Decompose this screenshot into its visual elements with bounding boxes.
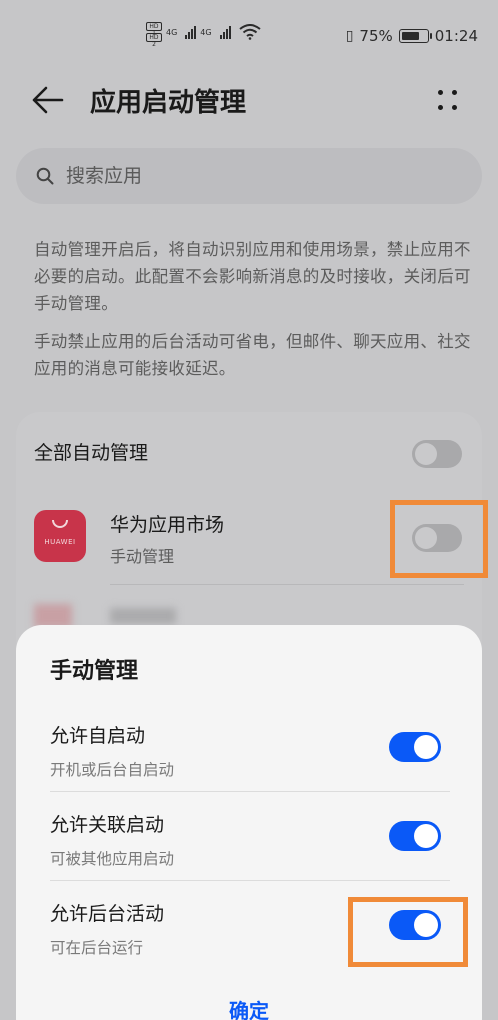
header: 应用启动管理 (0, 72, 498, 132)
battery-percent: 75% (359, 27, 393, 45)
all-auto-manage-label: 全部自动管理 (34, 442, 149, 464)
signal-icon (185, 25, 197, 39)
description-manual-warning: 手动禁止应用的后台活动可省电，但邮件、聊天应用、社交应用的消息可能接收延迟。 (34, 332, 471, 378)
divider (50, 880, 450, 881)
hd-badges: HD 1 HD 2 (146, 22, 162, 48)
hd-badge-1: HD 1 (146, 22, 162, 37)
wifi-icon (238, 24, 261, 40)
status-bar: HD 1 HD 2 4G 4G ▯ 75% 01:24 (0, 0, 498, 72)
all-auto-manage-toggle[interactable] (412, 440, 462, 468)
search-bar[interactable] (16, 148, 482, 204)
highlight-box-app-toggle (390, 500, 488, 578)
page-title: 应用启动管理 (90, 88, 247, 118)
huawei-appgallery-icon: HUAWEI (34, 510, 86, 562)
network-indicators: HD 1 HD 2 4G 4G (146, 22, 261, 48)
app-icon-brand: HUAWEI (44, 538, 76, 546)
more-options-icon[interactable] (436, 88, 460, 112)
clock: 01:24 (434, 27, 478, 45)
battery-icon (398, 29, 432, 43)
linked-start-toggle[interactable] (389, 821, 441, 851)
search-input[interactable] (66, 165, 446, 187)
description-auto-manage: 自动管理开启后，将自动识别应用和使用场景，禁止应用不必要的启动。此配置不会影响新… (34, 240, 471, 313)
battery-fill (401, 32, 420, 40)
divider (110, 584, 464, 585)
app-name: 华为应用市场 (110, 514, 225, 536)
back-arrow-icon[interactable] (30, 84, 66, 116)
auto-start-toggle[interactable] (389, 732, 441, 762)
status-right: ▯ 75% 01:24 (346, 27, 478, 45)
highlight-box-background-toggle (348, 897, 468, 967)
confirm-button[interactable]: 确定 (16, 995, 482, 1020)
vibrate-icon: ▯ (345, 28, 354, 44)
sheet-title: 手动管理 (50, 659, 139, 684)
shopping-bag-icon (52, 520, 68, 528)
search-icon (36, 167, 54, 185)
signal-icon-2 (219, 25, 231, 39)
network-type-2: 4G (200, 27, 212, 37)
network-type-1: 4G (166, 27, 178, 37)
app-status: 手动管理 (110, 547, 175, 566)
hd-badge-2: HD 2 (146, 33, 162, 48)
divider (50, 791, 450, 792)
blurred-app-name (110, 608, 176, 624)
